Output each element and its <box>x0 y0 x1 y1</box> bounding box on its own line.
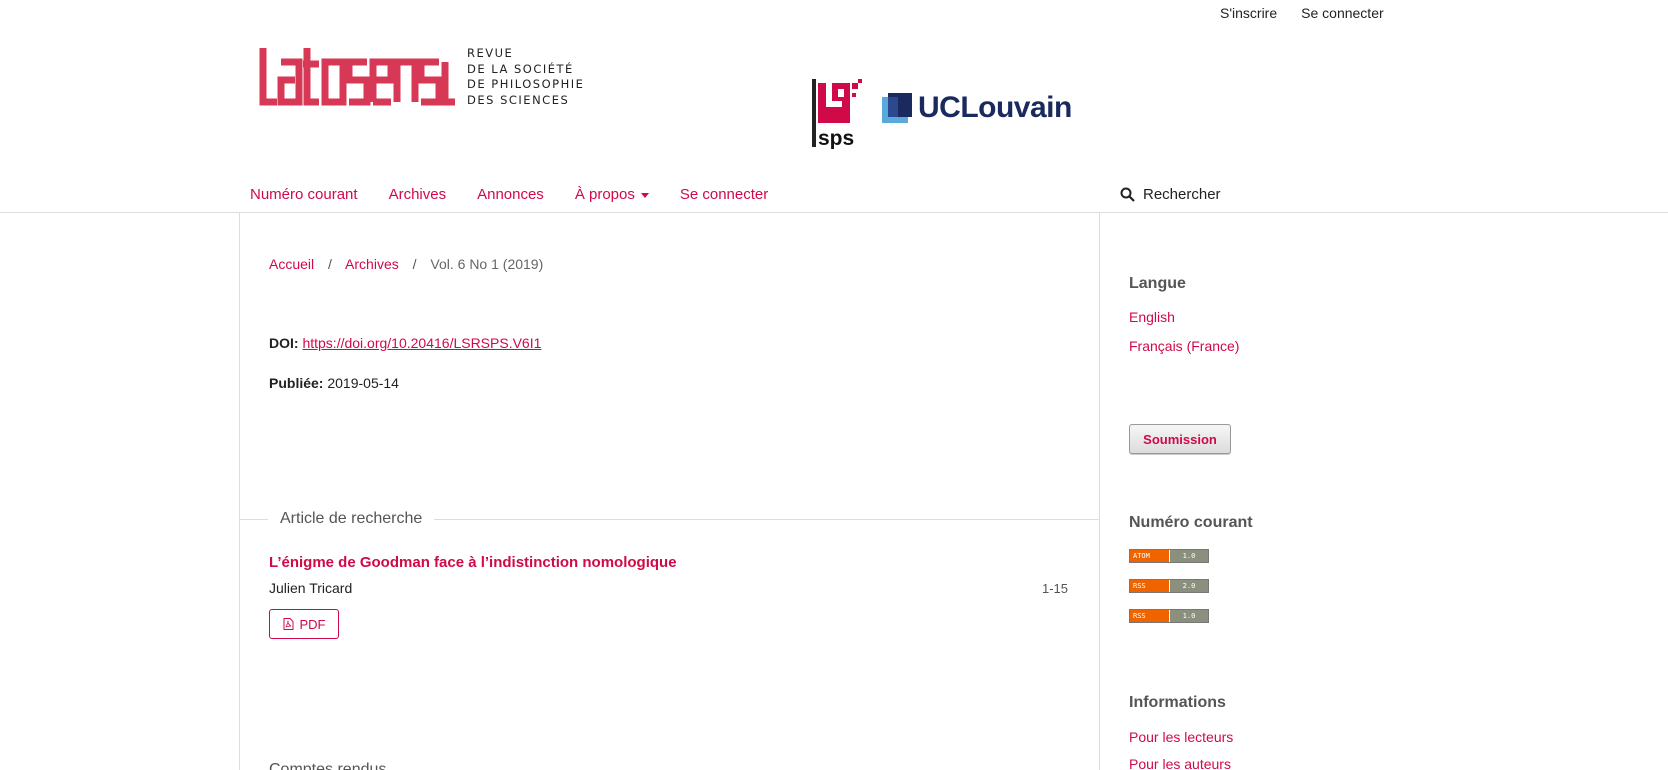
nav-announcements[interactable]: Annonces <box>477 186 544 203</box>
issue-doi: DOI: https://doi.org/10.20416/LSRSPS.V6I… <box>269 335 541 351</box>
sps-logo: sps <box>812 79 868 154</box>
sps-label: sps <box>818 127 854 149</box>
info-authors-link[interactable]: Pour les auteurs <box>1129 756 1231 770</box>
search-link[interactable]: Rechercher <box>1120 186 1221 203</box>
caret-down-icon <box>640 192 649 198</box>
published-date: 2019-05-14 <box>327 375 399 391</box>
pdf-button[interactable]: PDF <box>269 609 339 639</box>
top-login-link[interactable]: Se connecter <box>1301 5 1384 21</box>
breadcrumb-home[interactable]: Accueil <box>269 256 314 272</box>
current-issue-heading: Numéro courant <box>1129 514 1253 531</box>
sps-logo-mark: sps <box>812 79 862 150</box>
breadcrumb-current: Vol. 6 No 1 (2019) <box>430 256 544 272</box>
nav-login[interactable]: Se connecter <box>680 186 768 203</box>
info-readers-link[interactable]: Pour les lecteurs <box>1129 729 1233 745</box>
published-label: Publiée: <box>269 375 324 391</box>
tagline-line: REVUE <box>467 46 514 60</box>
pdf-label: PDF <box>299 616 326 632</box>
breadcrumb-separator: / <box>412 256 417 272</box>
breadcrumb-archives[interactable]: Archives <box>345 256 399 272</box>
submit-button[interactable]: Soumission <box>1129 424 1231 454</box>
breadcrumb-separator: / <box>328 256 332 272</box>
next-section-title: Comptes rendus <box>269 761 387 770</box>
section-rule <box>434 518 1099 520</box>
uclouvain-logo: UCLouvain <box>882 91 1072 125</box>
nav-current-issue[interactable]: Numéro courant <box>250 186 358 203</box>
information-heading: Informations <box>1129 694 1226 711</box>
article-title-link[interactable]: L’énigme de Goodman face à l’indistincti… <box>269 554 677 571</box>
feed-version: 2.0 <box>1170 580 1208 592</box>
feed-version: 1.0 <box>1170 550 1208 562</box>
register-link[interactable]: S'inscrire <box>1220 5 1277 21</box>
nav-about[interactable]: À propos <box>575 186 649 203</box>
file-pdf-icon <box>283 618 293 630</box>
language-english[interactable]: English <box>1129 309 1175 325</box>
feed-type: RSS <box>1130 580 1170 592</box>
search-icon <box>1120 187 1135 202</box>
language-heading: Langue <box>1129 275 1186 292</box>
rss1-feed-badge[interactable]: RSS 1.0 <box>1129 609 1209 623</box>
article-author: Julien Tricard <box>269 580 353 596</box>
section-header: Article de recherche <box>240 510 1099 528</box>
doi-label: DOI: <box>269 335 299 351</box>
feed-version: 1.0 <box>1170 610 1208 622</box>
feed-type: RSS <box>1130 610 1170 622</box>
doi-link[interactable]: https://doi.org/10.20416/LSRSPS.V6I1 <box>302 335 541 351</box>
article-pages: 1-15 <box>1042 581 1069 596</box>
issue-published: Publiée: 2019-05-14 <box>269 375 399 391</box>
tagline-line: DE LA SOCIÉTÉ <box>467 61 574 76</box>
user-nav: S'inscrire Se connecter <box>1220 5 1384 21</box>
section-title: Article de recherche <box>280 510 423 527</box>
rss2-feed-badge[interactable]: RSS 2.0 <box>1129 579 1209 593</box>
logo-tagline: REVUE DE LA SOCIÉTÉ DE PHILOSOPHIE DES S… <box>467 46 584 108</box>
journal-logo[interactable]: REVUE DE LA SOCIÉTÉ DE PHILOSOPHIE DES S… <box>259 46 584 108</box>
breadcrumb: Accueil / Archives / Vol. 6 No 1 (2019) <box>269 256 543 272</box>
atom-feed-badge[interactable]: ATOM 1.0 <box>1129 549 1209 563</box>
search-label: Rechercher <box>1143 186 1221 203</box>
latosensu-logo-mark <box>259 48 455 106</box>
section-rule <box>240 518 268 520</box>
language-french[interactable]: Français (France) <box>1129 338 1239 354</box>
feed-type: ATOM <box>1130 550 1170 562</box>
nav-about-label: À propos <box>574 186 635 203</box>
tagline-line: DES SCIENCES <box>467 92 570 107</box>
content-border-left <box>239 213 240 770</box>
tagline-line: DE PHILOSOPHIE <box>467 77 585 91</box>
uclouvain-mark-icon <box>882 93 912 123</box>
content-border-right <box>1099 213 1100 770</box>
nav-archives[interactable]: Archives <box>389 186 447 203</box>
uclouvain-wordmark: UCLouvain <box>918 91 1072 124</box>
primary-nav: Numéro courant Archives Annonces À propo… <box>250 186 799 203</box>
nav-divider <box>0 212 1668 213</box>
